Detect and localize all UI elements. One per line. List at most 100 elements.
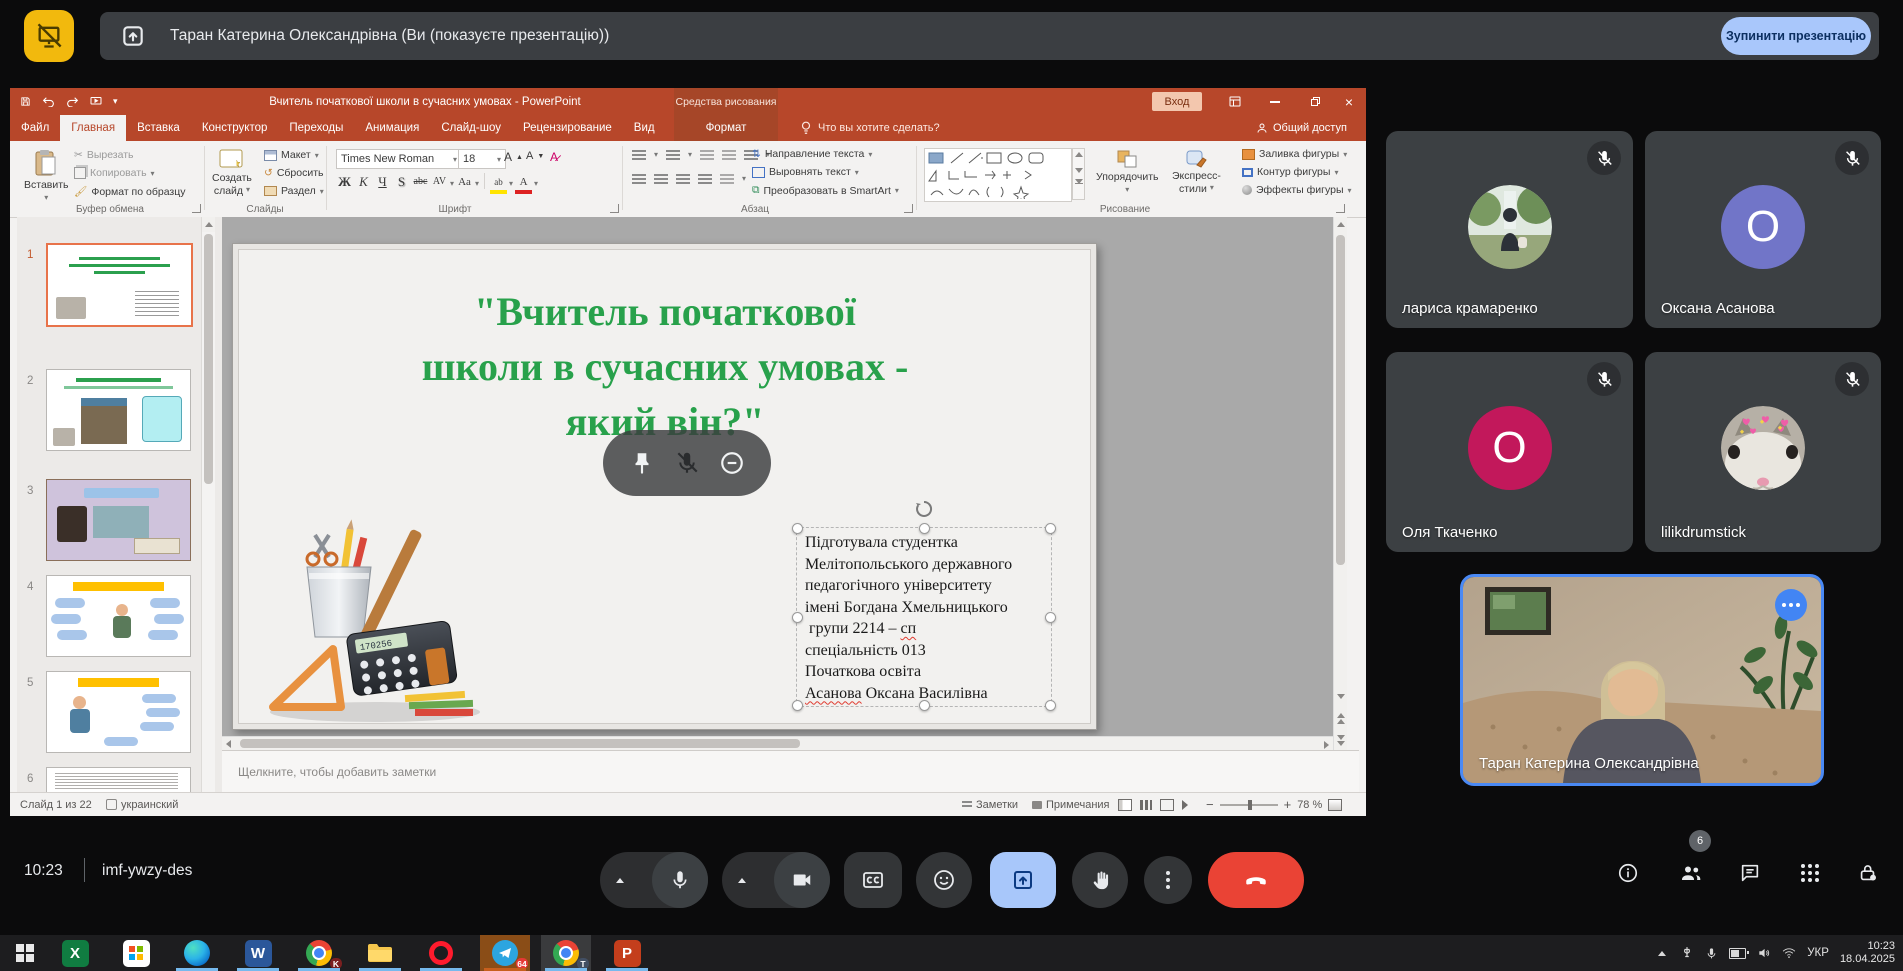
zoom-slider[interactable] xyxy=(1220,804,1278,806)
comments-toggle[interactable]: Примечания xyxy=(1032,793,1110,816)
arrange-button[interactable]: Упорядочить▾ xyxy=(1096,149,1158,194)
increase-indent-button[interactable] xyxy=(722,150,736,161)
hidden-icons-chevron[interactable] xyxy=(1655,951,1669,956)
slide-thumbnail-1[interactable] xyxy=(46,243,193,327)
zoom-level[interactable]: 78 % xyxy=(1297,799,1322,811)
slide-thumbnail-6[interactable] xyxy=(46,767,191,794)
remove-tile-icon[interactable] xyxy=(719,450,745,476)
align-right-button[interactable] xyxy=(676,174,690,185)
shape-effects-button[interactable]: Эффекты фигуры▾ xyxy=(1242,184,1352,196)
tab-slideshow[interactable]: Слайд-шоу xyxy=(430,115,512,141)
change-case-button[interactable]: Aa xyxy=(456,173,473,190)
ppt-titlebar[interactable]: ▾ Вчитель початкової школи в сучасних ум… xyxy=(10,88,1366,115)
format-painter-button[interactable]: 🖌Формат по образцу xyxy=(74,185,186,198)
layout-button[interactable]: Макет▾ xyxy=(264,149,319,161)
highlight-color-button[interactable]: ab xyxy=(490,173,507,194)
clear-formatting-button[interactable]: A̷ xyxy=(550,150,558,164)
shape-outline-button[interactable]: Контур фигуры▾ xyxy=(1242,166,1338,178)
bold-button[interactable]: Ж xyxy=(336,173,353,190)
tray-mic-icon[interactable] xyxy=(1705,947,1718,960)
vertical-scroll-thumb[interactable] xyxy=(1336,235,1345,565)
next-slide-button[interactable] xyxy=(1334,733,1347,748)
scroll-up-button[interactable] xyxy=(1334,217,1347,232)
undo-icon[interactable] xyxy=(42,96,55,107)
zoom-in-button[interactable]: + xyxy=(1284,797,1292,812)
tab-view[interactable]: Вид xyxy=(623,115,666,141)
scroll-down-button[interactable] xyxy=(1334,689,1347,704)
slide-thumbnail-4[interactable] xyxy=(46,575,191,657)
thumbnail-scrollbar-thumb[interactable] xyxy=(204,234,213,484)
strikethrough-button[interactable]: abc xyxy=(412,173,429,190)
horizontal-scrollbar[interactable] xyxy=(222,736,1333,751)
rotate-handle[interactable] xyxy=(915,500,933,518)
normal-view-button[interactable] xyxy=(1118,799,1132,811)
paste-button[interactable]: Вставить▾ xyxy=(24,149,69,202)
taskbar-store[interactable] xyxy=(111,935,161,971)
copy-button[interactable]: Копировать▾ xyxy=(74,167,155,179)
slide-sorter-view-button[interactable] xyxy=(1140,800,1152,810)
resize-handle-sw[interactable] xyxy=(792,700,803,711)
tell-me-search[interactable]: Что вы хотите сделать? xyxy=(800,115,940,141)
taskbar-chrome-k[interactable]: K xyxy=(294,935,344,971)
participant-tile-olya[interactable]: O Оля Ткаченко xyxy=(1386,352,1633,552)
camera-button[interactable] xyxy=(774,852,830,908)
language-indicator[interactable]: УКР xyxy=(1807,947,1829,959)
raise-hand-button[interactable] xyxy=(1072,852,1128,908)
resize-handle-s[interactable] xyxy=(919,700,930,711)
grow-font-button[interactable]: A▲ xyxy=(504,150,523,164)
self-view-options-button[interactable] xyxy=(1775,589,1807,621)
self-view-tile[interactable]: Таран Катерина Олександрівна xyxy=(1460,574,1824,786)
battery-icon[interactable] xyxy=(1729,948,1746,959)
resize-handle-ne[interactable] xyxy=(1045,523,1056,534)
taskbar-chrome-t-active[interactable]: T xyxy=(541,935,591,971)
start-button[interactable] xyxy=(0,935,50,971)
zoom-slider-thumb[interactable] xyxy=(1248,800,1252,810)
taskbar-excel[interactable]: X xyxy=(50,935,100,971)
taskbar-word[interactable]: W xyxy=(233,935,283,971)
language-indicator[interactable]: украинский xyxy=(106,793,178,816)
text-direction-button[interactable]: ⇅Направление текста▾ xyxy=(752,148,872,160)
numbering-button[interactable] xyxy=(666,150,680,161)
participant-tile-lilikdrumstick[interactable]: lilikdrumstick xyxy=(1645,352,1881,552)
network-icon[interactable] xyxy=(1782,946,1796,960)
shrink-font-button[interactable]: A▼ xyxy=(526,150,544,162)
tab-design[interactable]: Конструктор xyxy=(191,115,279,141)
quick-styles-button[interactable]: Экспресс- стили▾ xyxy=(1172,149,1221,195)
qat-customize-icon[interactable]: ▾ xyxy=(113,96,118,107)
new-slide-button[interactable]: Создать слайд▾ xyxy=(212,149,252,197)
section-button[interactable]: Раздел▾ xyxy=(264,185,324,197)
end-call-button[interactable] xyxy=(1208,852,1304,908)
thumbnail-scrollbar[interactable] xyxy=(201,217,215,793)
align-left-button[interactable] xyxy=(632,174,646,185)
smartart-button[interactable]: ⧉Преобразовать в SmartArt▾ xyxy=(752,184,899,197)
text-shadow-button[interactable]: S xyxy=(393,173,410,190)
reset-button[interactable]: ↺Сбросить xyxy=(264,167,323,179)
mic-options-chevron[interactable] xyxy=(606,866,634,894)
save-icon[interactable] xyxy=(20,96,31,107)
redo-icon[interactable] xyxy=(66,96,79,107)
presentation-warning-icon[interactable] xyxy=(24,10,74,62)
camera-options-chevron[interactable] xyxy=(728,866,756,894)
slideshow-view-button[interactable] xyxy=(1182,800,1188,810)
font-dialog-launcher[interactable] xyxy=(610,204,619,213)
slide-thumbnail-2[interactable] xyxy=(46,369,191,451)
chat-button[interactable] xyxy=(1738,861,1762,885)
resize-handle-se[interactable] xyxy=(1045,700,1056,711)
scroll-left-button[interactable] xyxy=(222,737,235,751)
align-text-button[interactable]: Выровнять текст▾ xyxy=(752,166,859,178)
clipboard-dialog-launcher[interactable] xyxy=(192,204,201,213)
tab-transitions[interactable]: Переходы xyxy=(278,115,354,141)
character-spacing-button[interactable]: AV xyxy=(431,173,448,190)
resize-handle-e[interactable] xyxy=(1045,612,1056,623)
vertical-scrollbar[interactable] xyxy=(1333,217,1347,750)
fit-to-window-button[interactable] xyxy=(1328,799,1342,811)
pin-icon[interactable] xyxy=(629,450,655,476)
horizontal-scroll-thumb[interactable] xyxy=(240,739,800,748)
meeting-details-button[interactable] xyxy=(1616,861,1640,885)
justify-button[interactable] xyxy=(698,174,712,185)
align-center-button[interactable] xyxy=(654,174,668,185)
shape-fill-button[interactable]: Заливка фигуры▾ xyxy=(1242,148,1347,160)
zoom-out-button[interactable]: − xyxy=(1206,797,1214,812)
resize-handle-n[interactable] xyxy=(919,523,930,534)
taskbar-explorer[interactable] xyxy=(355,935,405,971)
